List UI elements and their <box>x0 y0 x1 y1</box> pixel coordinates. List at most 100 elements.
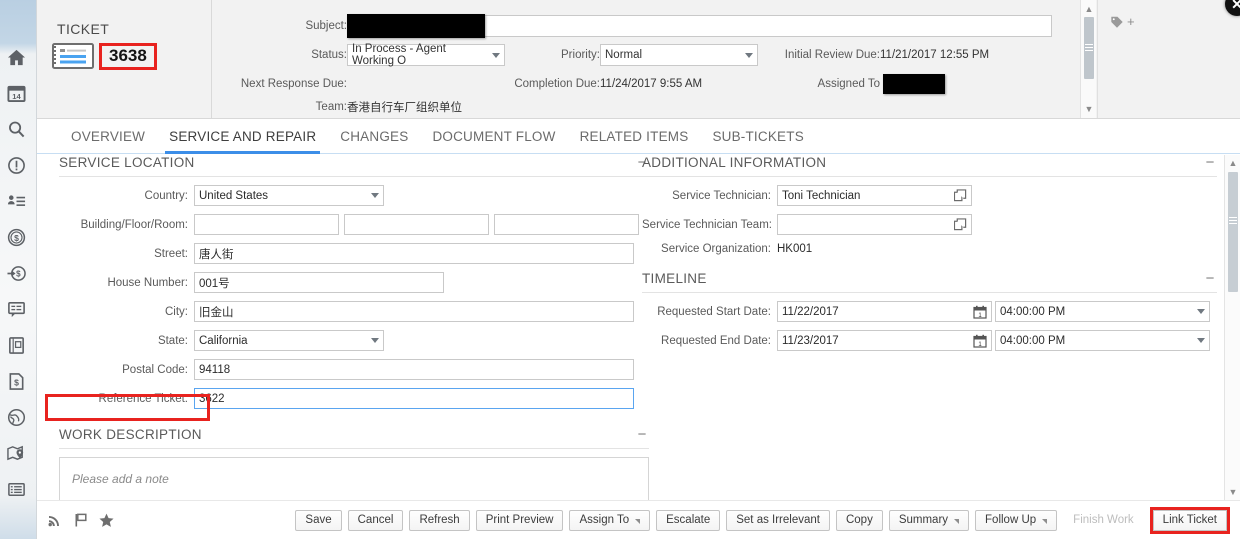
house-number-input[interactable]: 001号 <box>194 272 444 293</box>
collapse-icon[interactable]: − <box>1203 155 1217 170</box>
svg-text:$: $ <box>16 269 21 278</box>
tab-document-flow[interactable]: DOCUMENT FLOW <box>420 119 567 154</box>
scroll-down-icon[interactable]: ▼ <box>1081 102 1097 116</box>
state-select[interactable]: California <box>194 330 384 351</box>
left-navigation-rail: 14 $ $ $ <box>0 0 37 539</box>
ticket-header-form: Subject: Status: In Process - Agent Work… <box>213 0 1078 118</box>
follow-up-button[interactable]: Follow Up <box>975 509 1058 531</box>
state-value: California <box>199 334 248 347</box>
link-ticket-label: Link Ticket <box>1162 513 1217 526</box>
reference-ticket-label: Reference Ticket: <box>98 392 188 405</box>
flag-icon[interactable] <box>73 513 88 528</box>
footer-action-buttons: Save Cancel Refresh Print Preview Assign… <box>295 506 1230 534</box>
globe-icon[interactable] <box>6 406 28 428</box>
finish-work-button: Finish Work <box>1063 509 1144 531</box>
requested-start-time-select[interactable]: 04:00:00 PM <box>995 301 1210 322</box>
page-scrollbar[interactable]: ▲ ▼ <box>1224 155 1240 500</box>
save-button[interactable]: Save <box>295 509 342 531</box>
feed-icon[interactable] <box>47 513 62 528</box>
link-ticket-button[interactable]: Link Ticket <box>1152 509 1227 531</box>
ticket-detail-screen: 14 $ $ $ TICKET 3638 Subject: Status: In… <box>0 0 1240 539</box>
list-icon[interactable] <box>6 478 28 500</box>
requested-start-date-input[interactable]: 11/22/2017 1 <box>777 301 992 322</box>
chevron-down-icon <box>745 52 753 58</box>
tab-sub-tickets[interactable]: SUB-TICKETS <box>700 119 815 154</box>
coin-dollar-icon[interactable]: $ <box>6 226 28 248</box>
service-technician-team-row: Service Technician Team: <box>642 214 1217 235</box>
save-label: Save <box>305 513 332 526</box>
status-select[interactable]: In Process - Agent Working O <box>347 43 505 67</box>
postal-code-input[interactable]: 94118 <box>194 359 634 380</box>
requested-start-date-label: Requested Start Date: <box>657 305 771 318</box>
print-preview-label: Print Preview <box>485 513 554 526</box>
escalate-button[interactable]: Escalate <box>656 509 721 531</box>
service-technician-row: Service Technician: Toni Technician <box>642 185 1217 206</box>
reference-ticket-input[interactable]: 3622 <box>194 388 634 409</box>
street-input[interactable]: 唐人街 <box>194 243 634 264</box>
scroll-down-icon[interactable]: ▼ <box>1225 485 1240 499</box>
refresh-button[interactable]: Refresh <box>409 509 470 531</box>
contacts-icon[interactable] <box>6 190 28 212</box>
requested-end-date-input[interactable]: 11/23/2017 1 <box>777 330 992 351</box>
work-description-note-input[interactable]: Please add a note <box>59 457 649 505</box>
tab-changes[interactable]: CHANGES <box>328 119 420 154</box>
city-row: City: 旧金山 <box>59 301 649 322</box>
work-description-title: WORK DESCRIPTION <box>59 427 202 442</box>
tag-icon <box>1111 16 1123 28</box>
print-preview-button[interactable]: Print Preview <box>475 509 564 531</box>
tab-related-items[interactable]: RELATED ITEMS <box>568 119 701 154</box>
summary-label: Summary <box>898 513 949 526</box>
country-row: Country: United States <box>59 185 649 206</box>
team-value: 香港自行车厂组织单位 <box>347 102 462 114</box>
calendar-icon[interactable]: 1 <box>973 305 987 319</box>
summary-button[interactable]: Summary <box>888 509 970 531</box>
calendar-icon[interactable]: 14 <box>6 82 28 104</box>
floor-input[interactable] <box>344 214 489 235</box>
additional-information-section-header: ADDITIONAL INFORMATION − <box>642 155 1217 177</box>
copy-button[interactable]: Copy <box>835 509 883 531</box>
calendar-icon[interactable]: 1 <box>973 334 987 348</box>
chevron-down-icon <box>371 193 379 198</box>
svg-text:14: 14 <box>12 92 21 101</box>
service-technician-team-input[interactable] <box>777 214 972 235</box>
invoice-icon[interactable]: $ <box>6 370 28 392</box>
work-description-section-header: WORK DESCRIPTION − <box>59 427 649 449</box>
star-icon[interactable] <box>99 513 114 528</box>
value-help-icon[interactable] <box>953 218 967 231</box>
escalate-label: Escalate <box>666 513 711 526</box>
assign-to-label: Assign To <box>579 513 630 526</box>
collapse-icon[interactable]: − <box>1203 271 1217 286</box>
room-input[interactable] <box>494 214 639 235</box>
follow-up-label: Follow Up <box>985 513 1037 526</box>
home-icon[interactable] <box>6 46 28 68</box>
chat-bubble-icon[interactable] <box>6 298 28 320</box>
assign-to-button[interactable]: Assign To <box>569 509 651 531</box>
priority-select[interactable]: Normal <box>600 44 758 66</box>
country-select[interactable]: United States <box>194 185 384 206</box>
set-as-irrelevant-button[interactable]: Set as Irrelevant <box>726 509 830 531</box>
notebook-icon[interactable] <box>6 334 28 356</box>
scroll-up-icon[interactable]: ▲ <box>1225 156 1240 170</box>
add-tag-button[interactable]: + <box>1110 14 1135 29</box>
service-technician-input[interactable]: Toni Technician <box>777 185 972 206</box>
city-input[interactable]: 旧金山 <box>194 301 634 322</box>
building-input[interactable] <box>194 214 339 235</box>
value-help-icon[interactable] <box>953 189 967 202</box>
ticket-type-label: TICKET <box>57 21 110 37</box>
page-scrollbar-thumb[interactable] <box>1228 172 1238 292</box>
requested-end-time-value: 04:00:00 PM <box>1000 334 1066 347</box>
search-icon[interactable] <box>6 118 28 140</box>
map-pin-icon[interactable] <box>6 442 28 464</box>
header-scrollbar[interactable]: ▲ ▼ <box>1080 0 1096 118</box>
alert-icon[interactable] <box>6 154 28 176</box>
tab-service-and-repair[interactable]: SERVICE AND REPAIR <box>157 119 328 154</box>
cancel-button[interactable]: Cancel <box>347 509 404 531</box>
requested-end-time-select[interactable]: 04:00:00 PM <box>995 330 1210 351</box>
subject-input[interactable] <box>347 13 1052 38</box>
collapse-icon[interactable]: − <box>635 427 649 442</box>
service-technician-team-label: Service Technician Team: <box>642 218 772 231</box>
payment-in-icon[interactable]: $ <box>6 262 28 284</box>
copy-label: Copy <box>845 513 873 526</box>
scroll-up-icon[interactable]: ▲ <box>1081 2 1097 16</box>
tab-overview[interactable]: OVERVIEW <box>59 119 157 154</box>
